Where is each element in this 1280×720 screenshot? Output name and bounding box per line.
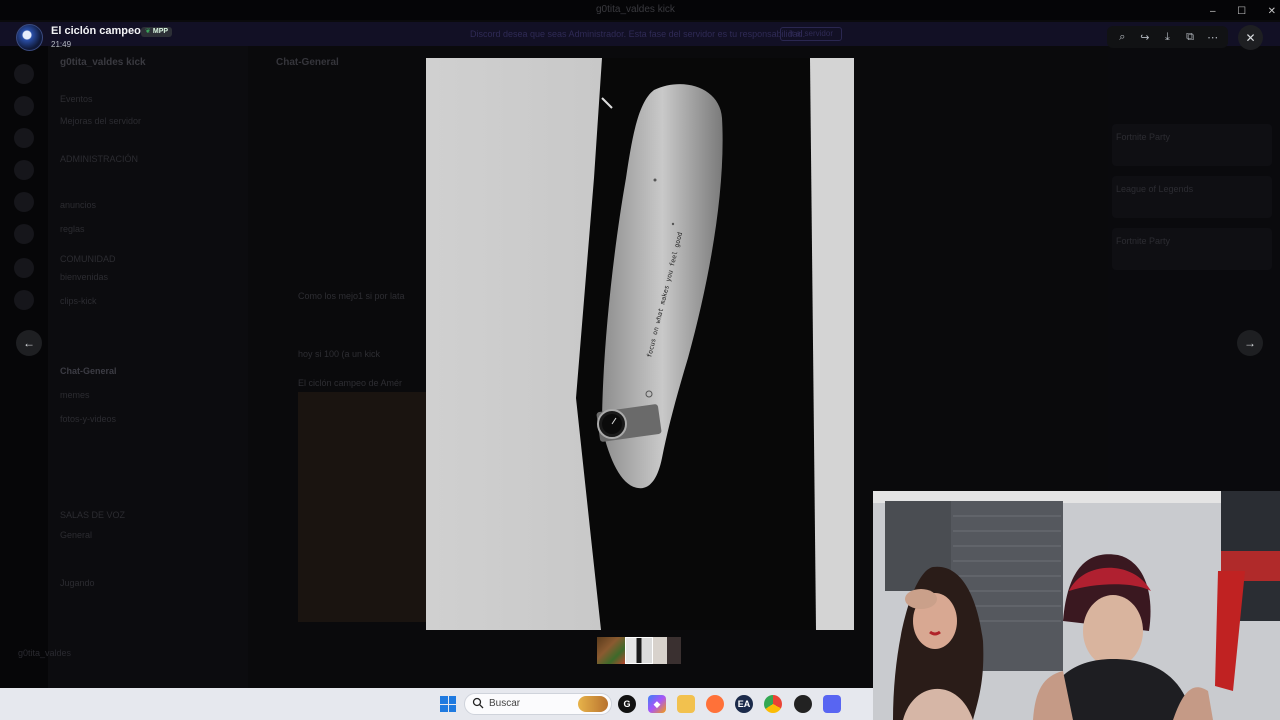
channel-item[interactable]: Eventos bbox=[60, 94, 93, 104]
notice-banner-text: Discord desea que seas Administrador. Es… bbox=[470, 29, 806, 39]
ea-app-icon[interactable]: EA bbox=[735, 695, 753, 713]
media-toolbar: ⌕ ↪ ⤓ ⧉ ⋯ bbox=[1107, 26, 1228, 48]
server-icon[interactable] bbox=[14, 192, 34, 212]
chrome-icon[interactable] bbox=[764, 695, 782, 713]
thumbnail-selected[interactable] bbox=[625, 637, 653, 664]
thumbnail-strip bbox=[597, 637, 681, 664]
previous-image-button[interactable]: ← bbox=[16, 330, 42, 356]
zoom-icon[interactable]: ⌕ bbox=[1112, 27, 1132, 47]
discord-icon[interactable] bbox=[823, 695, 841, 713]
channel-item-active[interactable]: Chat-General bbox=[60, 366, 117, 376]
file-explorer-icon[interactable] bbox=[677, 695, 695, 713]
channel-category[interactable]: ADMINISTRACIÓN bbox=[60, 154, 138, 164]
activity-title: Fortnite Party bbox=[1116, 132, 1171, 142]
add-server-icon[interactable] bbox=[14, 258, 34, 278]
author-avatar[interactable] bbox=[16, 24, 43, 51]
close-viewer-button[interactable]: ✕ bbox=[1238, 25, 1263, 50]
expanded-image[interactable]: focus on what makes you feel good bbox=[426, 58, 854, 630]
thumbnail[interactable] bbox=[653, 637, 681, 664]
forward-icon[interactable]: ↪ bbox=[1135, 27, 1155, 47]
window-title: g0tita_valdes kick bbox=[596, 4, 675, 15]
activity-card[interactable] bbox=[1112, 176, 1272, 218]
badge-label: MPP bbox=[152, 28, 169, 35]
search-highlight-illustration bbox=[578, 696, 608, 712]
chat-image-attachment[interactable] bbox=[298, 392, 428, 622]
server-icon[interactable] bbox=[14, 224, 34, 244]
minimize-button[interactable]: – bbox=[1210, 6, 1216, 17]
server-name[interactable]: g0tita_valdes kick bbox=[60, 57, 146, 68]
channel-category[interactable]: SALAS DE VOZ bbox=[60, 510, 125, 520]
taskbar-search-placeholder: Buscar bbox=[489, 698, 521, 709]
webcam-overlay bbox=[873, 491, 1280, 720]
g-hub-icon[interactable]: G bbox=[618, 695, 636, 713]
copilot-icon[interactable]: ◆ bbox=[648, 695, 666, 713]
activity-card[interactable] bbox=[1112, 228, 1272, 270]
webcam-feed bbox=[873, 491, 1280, 720]
channel-item[interactable]: clips-kick bbox=[60, 296, 97, 306]
windows-start-icon[interactable] bbox=[440, 696, 456, 712]
server-icon[interactable] bbox=[14, 128, 34, 148]
channel-item[interactable]: Jugando bbox=[60, 578, 95, 588]
search-icon bbox=[472, 697, 484, 709]
open-external-icon[interactable]: ⧉ bbox=[1180, 27, 1200, 47]
leaf-icon: ❦ bbox=[145, 28, 151, 35]
channel-item[interactable]: anuncios bbox=[60, 200, 96, 210]
download-icon[interactable]: ⤓ bbox=[1157, 27, 1177, 47]
server-icon[interactable] bbox=[14, 64, 34, 84]
channel-item[interactable]: fotos-y-videos bbox=[60, 414, 116, 424]
more-icon[interactable]: ⋯ bbox=[1203, 27, 1223, 47]
channel-item[interactable]: memes bbox=[60, 390, 90, 400]
channel-item[interactable]: reglas bbox=[60, 224, 85, 234]
post-timestamp: 21:49 bbox=[51, 40, 72, 49]
author-name[interactable]: El ciclón campeo... bbox=[51, 25, 150, 37]
window-close-button[interactable]: ✕ bbox=[1268, 6, 1276, 17]
activity-title: Fortnite Party bbox=[1116, 236, 1171, 246]
user-panel-name[interactable]: g0tita_valdes bbox=[18, 648, 71, 658]
chat-message: Como los mejo1 si por lata bbox=[298, 291, 405, 301]
author-badge: ❦ MPP bbox=[141, 27, 173, 37]
channel-item[interactable]: bienvenidas bbox=[60, 272, 108, 282]
channel-item[interactable]: Mejoras del servidor bbox=[60, 116, 141, 126]
window-controls: – ☐ ✕ bbox=[1210, 3, 1276, 19]
activity-card[interactable] bbox=[1112, 124, 1272, 166]
obs-icon[interactable] bbox=[794, 695, 812, 713]
discover-icon[interactable] bbox=[14, 290, 34, 310]
notice-banner-button[interactable]: Ir al servidor bbox=[780, 27, 842, 41]
next-image-button[interactable]: → bbox=[1237, 330, 1263, 356]
channel-category[interactable]: COMUNIDAD bbox=[60, 254, 116, 264]
activity-title: League of Legends bbox=[1116, 184, 1194, 194]
forearm-photo: focus on what makes you feel good bbox=[426, 58, 854, 630]
chat-header-title: Chat-General bbox=[276, 57, 339, 68]
firefox-icon[interactable] bbox=[706, 695, 724, 713]
maximize-button[interactable]: ☐ bbox=[1237, 6, 1246, 17]
server-icon[interactable] bbox=[14, 160, 34, 180]
chat-message: El ciclón campeo de Amér bbox=[298, 378, 403, 388]
channel-item[interactable]: General bbox=[60, 530, 92, 540]
thumbnail[interactable] bbox=[597, 637, 625, 664]
server-icon[interactable] bbox=[14, 96, 34, 116]
chat-message: hoy si 100 (a un kick bbox=[298, 349, 381, 359]
